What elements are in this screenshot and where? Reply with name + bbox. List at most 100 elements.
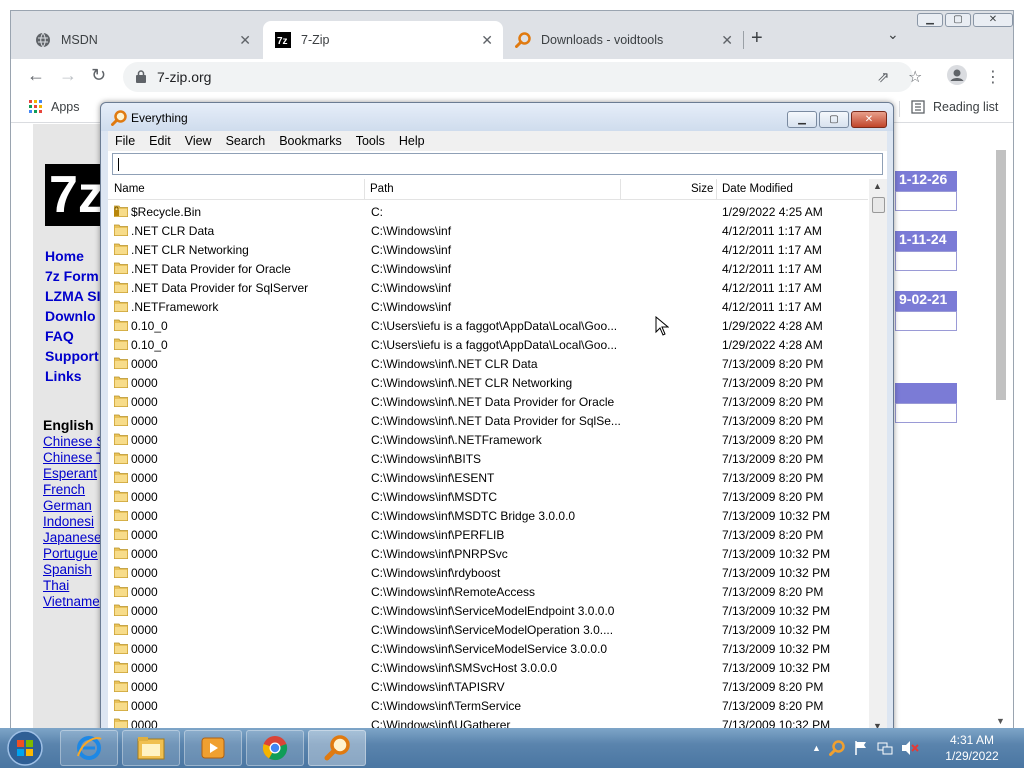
lang-link[interactable]: Esperant bbox=[43, 466, 97, 481]
menu-edit[interactable]: Edit bbox=[142, 134, 178, 148]
page-scrollbar-thumb[interactable] bbox=[996, 150, 1006, 400]
taskbar-chrome[interactable] bbox=[246, 730, 304, 766]
lang-link[interactable]: Chinese T bbox=[43, 450, 104, 465]
result-row[interactable]: 0000 C:\Windows\inf\PERFLIB 7/13/2009 8:20… bbox=[108, 525, 868, 544]
start-button[interactable] bbox=[4, 729, 46, 767]
column-divider[interactable] bbox=[364, 179, 365, 199]
result-row[interactable]: 0000 C:\Windows\inf\TAPISRV 7/13/2009 8:20… bbox=[108, 677, 868, 696]
result-row[interactable]: 0000 C:\Windows\inf\.NET Data Provider fo… bbox=[108, 411, 868, 430]
star-icon[interactable]: ☆ bbox=[908, 67, 922, 87]
result-row[interactable]: 0.10_0 C:\Users\iefu is a faggot\AppData\… bbox=[108, 335, 868, 354]
search-input[interactable] bbox=[112, 153, 883, 175]
nav-faq[interactable]: FAQ bbox=[45, 328, 74, 344]
result-row[interactable]: 0000 C:\Windows\inf\TermService 7/13/2009 … bbox=[108, 696, 868, 715]
menu-search[interactable]: Search bbox=[219, 134, 273, 148]
result-row[interactable]: 0000 C:\Windows\inf\.NETFramework 7/13/200… bbox=[108, 430, 868, 449]
chevron-down-icon[interactable]: ⌄ bbox=[887, 26, 899, 43]
lang-link[interactable]: French bbox=[43, 482, 85, 497]
close-tab-icon[interactable]: ✕ bbox=[721, 32, 733, 49]
result-row[interactable]: .NET CLR Networking C:\Windows\inf 4/12/20… bbox=[108, 240, 868, 259]
menu-file[interactable]: File bbox=[108, 134, 142, 148]
result-row[interactable]: 0000 C:\Windows\inf\BITS 7/13/2009 8:20 PM bbox=[108, 449, 868, 468]
column-size[interactable]: Size bbox=[691, 183, 713, 195]
action-center-flag-icon[interactable] bbox=[853, 740, 869, 756]
result-row[interactable]: $Recycle.Bin C: 1/29/2022 4:25 AM bbox=[108, 202, 868, 221]
result-row[interactable]: .NET Data Provider for SqlServer C:\Windo… bbox=[108, 278, 868, 297]
reload-icon[interactable]: ↻ bbox=[91, 65, 106, 86]
nav-download[interactable]: Downlo bbox=[45, 308, 96, 324]
everything-titlebar[interactable]: Everything ▁ ▢ ✕ bbox=[101, 103, 893, 131]
column-name[interactable]: Name bbox=[114, 183, 145, 195]
taskbar-media-player[interactable] bbox=[184, 730, 242, 766]
maximize-button[interactable]: ▢ bbox=[945, 13, 971, 27]
column-divider[interactable] bbox=[716, 179, 717, 199]
lang-link[interactable]: Chinese S bbox=[43, 434, 105, 449]
address-bar[interactable]: 7-zip.org bbox=[123, 62, 913, 92]
results-scrollbar[interactable]: ▲ ▼ bbox=[869, 179, 887, 737]
result-row[interactable]: 0000 C:\Windows\inf\rdyboost 7/13/2009 10:… bbox=[108, 563, 868, 582]
close-button[interactable]: ✕ bbox=[973, 13, 1013, 27]
column-date[interactable]: Date Modified bbox=[722, 183, 793, 195]
tab-msdn[interactable]: MSDN ✕ bbox=[23, 21, 261, 59]
taskbar-everything[interactable] bbox=[308, 730, 366, 766]
column-divider[interactable] bbox=[620, 179, 621, 199]
volume-muted-icon[interactable] bbox=[901, 740, 919, 756]
taskbar-internet-explorer[interactable] bbox=[60, 730, 118, 766]
lang-link[interactable]: Portugue bbox=[43, 546, 98, 561]
result-row[interactable]: .NET Data Provider for Oracle C:\Windows\… bbox=[108, 259, 868, 278]
lang-link[interactable]: Japanese bbox=[43, 530, 102, 545]
clock[interactable]: 4:31 AM 1/29/2022 bbox=[940, 732, 1004, 764]
result-row[interactable]: 0000 C:\Windows\inf\.NET CLR Data 7/13/200… bbox=[108, 354, 868, 373]
forward-icon[interactable]: → bbox=[59, 65, 77, 86]
taskbar-file-explorer[interactable] bbox=[122, 730, 180, 766]
lang-link[interactable]: Spanish bbox=[43, 562, 92, 577]
maximize-button[interactable]: ▢ bbox=[819, 111, 849, 128]
tab-7zip[interactable]: 7z 7-Zip ✕ bbox=[263, 21, 503, 59]
bookmark-apps[interactable]: Apps bbox=[29, 100, 80, 114]
result-row[interactable]: 0000 C:\Windows\inf\ESENT 7/13/2009 8:20 P… bbox=[108, 468, 868, 487]
show-hidden-icons-icon[interactable]: ▲ bbox=[812, 743, 821, 753]
nav-links[interactable]: Links bbox=[45, 368, 82, 384]
lang-link[interactable]: Vietname bbox=[43, 594, 100, 609]
minimize-button[interactable]: ▁ bbox=[917, 13, 943, 27]
nav-lzma-sdk[interactable]: LZMA SI bbox=[45, 288, 100, 304]
result-row[interactable]: .NET CLR Data C:\Windows\inf 4/12/2011 1:1… bbox=[108, 221, 868, 240]
tab-voidtools[interactable]: Downloads - voidtools ✕ bbox=[503, 21, 743, 59]
profile-icon[interactable] bbox=[946, 64, 968, 91]
back-icon[interactable]: ← bbox=[27, 65, 45, 86]
nav-7z-format[interactable]: 7z Form bbox=[45, 268, 99, 284]
menu-kebab-icon[interactable]: ⋮ bbox=[985, 67, 1001, 87]
network-icon[interactable] bbox=[877, 740, 893, 756]
column-path[interactable]: Path bbox=[370, 183, 394, 195]
result-row[interactable]: 0000 C:\Windows\inf\RemoteAccess 7/13/2009… bbox=[108, 582, 868, 601]
share-icon[interactable]: ⇗ bbox=[877, 68, 890, 86]
new-tab-icon[interactable]: + bbox=[751, 27, 763, 50]
lang-link[interactable]: Indonesi bbox=[43, 514, 94, 529]
menu-tools[interactable]: Tools bbox=[349, 134, 392, 148]
nav-home[interactable]: Home bbox=[45, 248, 84, 264]
result-row[interactable]: 0000 C:\Windows\inf\MSDTC Bridge 3.0.0.0 7… bbox=[108, 506, 868, 525]
close-tab-icon[interactable]: ✕ bbox=[481, 32, 493, 49]
result-row[interactable]: 0000 C:\Windows\inf\PNRPSvc 7/13/2009 10:3… bbox=[108, 544, 868, 563]
nav-support[interactable]: Support bbox=[45, 348, 99, 364]
result-row[interactable]: 0000 C:\Windows\inf\.NET Data Provider fo… bbox=[108, 392, 868, 411]
page-scrollbar[interactable]: ▼ bbox=[993, 140, 1009, 728]
minimize-button[interactable]: ▁ bbox=[787, 111, 817, 128]
reading-list-button[interactable]: Reading list bbox=[911, 100, 998, 114]
result-row[interactable]: 0000 C:\Windows\inf\ServiceModelEndpoint … bbox=[108, 601, 868, 620]
result-row[interactable]: 0000 C:\Windows\inf\MSDTC 7/13/2009 8:20 P… bbox=[108, 487, 868, 506]
result-row[interactable]: .NETFramework C:\Windows\inf 4/12/2011 1:1… bbox=[108, 297, 868, 316]
lang-link[interactable]: Thai bbox=[43, 578, 69, 593]
result-row[interactable]: 0000 C:\Windows\inf\SMSvcHost 3.0.0.0 7/13… bbox=[108, 658, 868, 677]
results-scrollbar-thumb[interactable] bbox=[872, 197, 885, 213]
menu-bookmarks[interactable]: Bookmarks bbox=[272, 134, 349, 148]
close-tab-icon[interactable]: ✕ bbox=[239, 32, 251, 49]
menu-help[interactable]: Help bbox=[392, 134, 432, 148]
everything-tray-icon[interactable] bbox=[828, 740, 845, 756]
menu-view[interactable]: View bbox=[178, 134, 219, 148]
result-row[interactable]: 0.10_0 C:\Users\iefu is a faggot\AppData\… bbox=[108, 316, 868, 335]
scroll-up-icon[interactable]: ▲ bbox=[873, 181, 882, 191]
scroll-down-icon[interactable]: ▼ bbox=[996, 716, 1005, 726]
result-row[interactable]: 0000 C:\Windows\inf\.NET CLR Networking 7/… bbox=[108, 373, 868, 392]
lang-link[interactable]: German bbox=[43, 498, 92, 513]
